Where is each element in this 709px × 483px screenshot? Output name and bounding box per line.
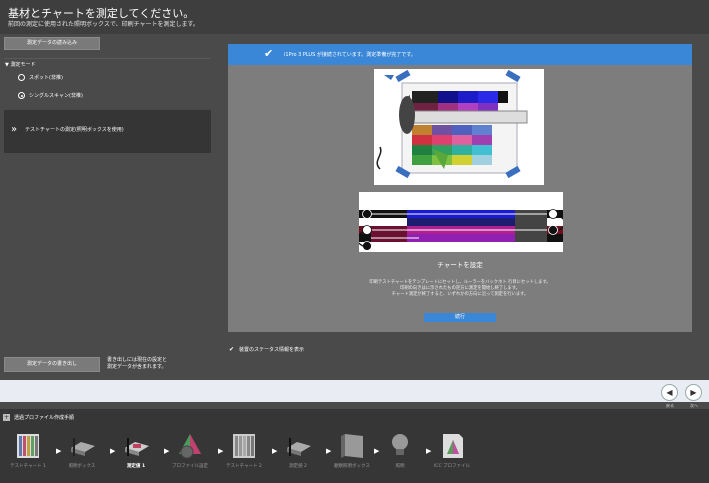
banner-text: i1Pro 3 PLUS が接続されています。測定準備が完了です。	[284, 52, 416, 58]
navigation-band	[0, 380, 709, 402]
chart-device-illustration	[374, 69, 544, 185]
plus-icon[interactable]: +	[3, 414, 10, 421]
workflow-panel: + 透過プロファイル作成手順 テストチャート 1 ▶ 照明ボックス ▶ 測定値 …	[0, 409, 709, 483]
lightbox-icon	[71, 438, 95, 456]
radio-single-scan[interactable]	[18, 92, 25, 99]
arrow-right-icon: ▶	[374, 447, 380, 455]
chart-setup-title: チャートを設定	[437, 261, 483, 269]
viewing-lightbox-icon	[341, 434, 363, 458]
content-panel: ✔ i1Pro 3 PLUS が接続されています。測定準備が完了です。 チャート…	[228, 44, 692, 332]
export-note: 書き出しには現在の設定と 測定データが含まれます。	[107, 357, 167, 371]
step-label: 照明	[395, 464, 405, 469]
arrow-right-icon: ▶	[110, 447, 116, 455]
measure-icon	[287, 438, 311, 456]
arrow-left-icon: ◀	[666, 388, 673, 397]
next-button[interactable]: ▶	[685, 384, 702, 401]
step-label: 観察照明ボックス	[334, 464, 370, 469]
measurement-panel[interactable]: » テストチャートの測定(照明ボックスを使用)	[4, 110, 211, 153]
scan-path-svg	[356, 209, 566, 251]
instructions: 印刷テストチャートをテンプレートにセットし、ルーラーをバックホト 行目にセットし…	[228, 280, 692, 298]
page-subtitle: 前回の測定に使用された照明ボックスで、印刷チャートを測定します。	[8, 21, 199, 28]
test-chart-icon	[233, 434, 255, 458]
export-measurement-button[interactable]: 測定データの書き出し	[4, 357, 100, 372]
step-label-active: 測定値 1	[126, 464, 146, 469]
arrow-right-icon: ▶	[426, 447, 432, 455]
arrow-right-icon: ▶	[164, 447, 170, 455]
measure-label: テストチャートの測定(照明ボックスを使用)	[25, 127, 124, 133]
ruler	[401, 110, 528, 124]
status-banner: ✔ i1Pro 3 PLUS が接続されています。測定準備が完了です。	[228, 44, 692, 65]
workflow-title: 透過プロファイル作成手順	[14, 415, 75, 421]
divider	[4, 58, 210, 59]
device-status-label: 装置のステータス情報を表示	[239, 347, 305, 353]
back-button[interactable]: ◀	[661, 384, 678, 401]
step-label: プロファイル設定	[172, 464, 208, 469]
device-status-option[interactable]: ✔ 装置のステータス情報を表示	[229, 346, 304, 353]
arrow-right-icon: ▶	[272, 447, 278, 455]
arrow-right-icon: ▶	[56, 447, 62, 455]
export-note-line-1: 書き出しには現在の設定と	[107, 357, 168, 363]
mode-single-scan-option[interactable]: シングルスキャン(非推)	[18, 92, 83, 99]
arrow-right-icon: ▶	[690, 388, 697, 397]
double-chevron-icon: »	[11, 124, 18, 135]
continue-button[interactable]: 続行	[424, 313, 496, 322]
test-chart-icon	[17, 434, 39, 458]
measure-icon	[125, 438, 149, 456]
load-measurement-button[interactable]: 測定データの読み込み	[4, 37, 100, 50]
spectrophotometer-icon	[399, 96, 415, 134]
radio-spot[interactable]	[18, 74, 25, 81]
scan-path-illustration	[356, 192, 566, 252]
mode-spot-label: スポット(非推)	[29, 75, 63, 81]
check-icon: ✔	[264, 47, 274, 60]
profile-settings-icon	[179, 434, 201, 459]
step-label: 測定値 2	[289, 464, 307, 469]
mode-single-scan-label: シングルスキャン(非推)	[29, 93, 83, 99]
instruction-line-3: チャート測定が終了すると、いずれかの方向に沿って測定を行います。	[391, 292, 529, 297]
step-label: 照明ボックス	[68, 464, 96, 469]
arrow-right-icon: ▶	[218, 447, 224, 455]
step-label: テストチャート 1	[10, 464, 46, 469]
step-label: ICC プロファイル	[433, 464, 471, 469]
checkbox-checked-icon[interactable]: ✔	[229, 346, 235, 353]
measure-mode-heading: ▼ 測定モード	[5, 61, 35, 68]
mode-heading-label: 測定モード	[10, 62, 36, 68]
mode-spot-option[interactable]: スポット(非推)	[18, 74, 63, 81]
chart-device-svg	[376, 69, 528, 179]
export-note-line-2: 測定データが含まれます。	[107, 364, 167, 370]
icc-profile-icon	[443, 434, 463, 458]
step-label: テストチャート 2	[226, 464, 262, 469]
header-bar: 基材とチャートを測定してください。 前回の測定に使用された照明ボックスで、印刷チ…	[0, 0, 709, 34]
arrow-right-icon: ▶	[326, 447, 332, 455]
lightbulb-icon	[392, 434, 408, 455]
